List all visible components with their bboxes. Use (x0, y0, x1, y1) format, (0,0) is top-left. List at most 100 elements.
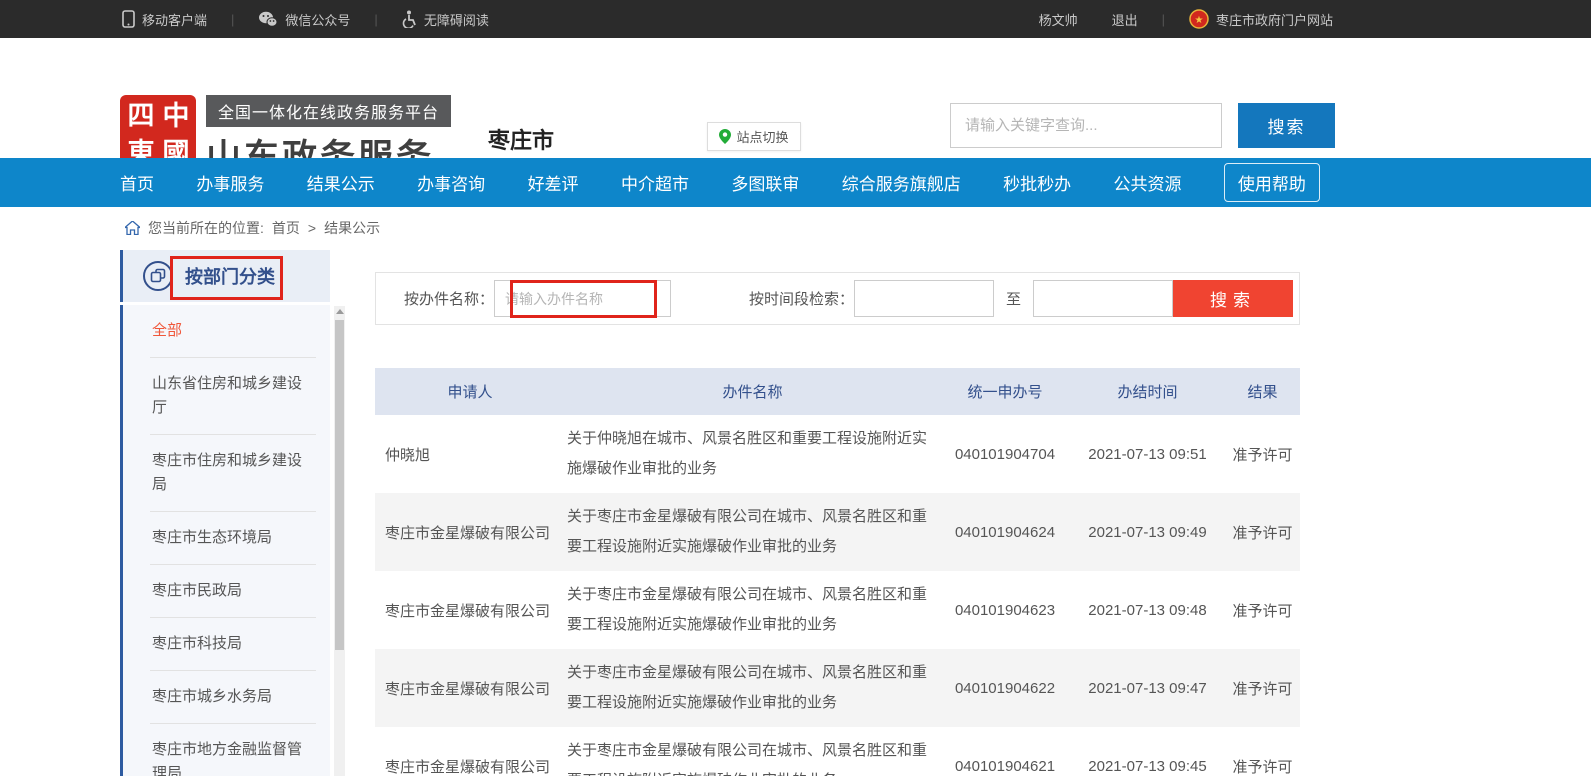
national-emblem-icon: ★ (1189, 9, 1209, 29)
location-pin-icon (719, 129, 731, 144)
department-item[interactable]: 枣庄市城乡水务局 (150, 671, 316, 724)
cell-number: 040101904621 (940, 758, 1070, 775)
col-header-number: 统一申办号 (940, 381, 1070, 402)
category-icon (143, 261, 173, 291)
cell-case-name: 关于枣庄市金星爆破有限公司在城市、风景名胜区和重要工程设施附近实施爆破作业审批的… (565, 727, 940, 776)
svg-text:★: ★ (1195, 15, 1204, 26)
table-row[interactable]: 枣庄市金星爆破有限公司 关于枣庄市金星爆破有限公司在城市、风景名胜区和重要工程设… (375, 649, 1300, 727)
nav-home[interactable]: 首页 (120, 170, 154, 195)
scrollbar-thumb[interactable] (335, 320, 344, 650)
scrollbar-up-arrow-icon[interactable] (336, 309, 344, 314)
sidebar-title: 按部门分类 (185, 263, 275, 289)
page: 移动客户端 | 微信公众号 | 无障碍阅读 杨文帅 退出 | ★ 枣庄市政府门户… (0, 0, 1591, 776)
breadcrumb: 您当前所在的位置: 首页 > 结果公示 (125, 218, 380, 238)
keyword-search-button[interactable]: 搜索 (1238, 103, 1335, 148)
department-item[interactable]: 枣庄市地方金融监督管理局 (150, 724, 316, 776)
nav-results[interactable]: 结果公示 (307, 170, 375, 195)
keyword-search-input[interactable] (950, 103, 1222, 148)
col-header-finish-time: 办结时间 (1070, 381, 1225, 402)
cell-finish-time: 2021-07-13 09:51 (1070, 446, 1225, 463)
department-sidebar: 按部门分类 全部 山东省住房和城乡建设厅 枣庄市住房和城乡建设局 枣庄市生态环境… (120, 250, 330, 776)
cell-result: 准予许可 (1225, 600, 1300, 621)
cell-finish-time: 2021-07-13 09:47 (1070, 680, 1225, 697)
header-search: 搜索 (950, 103, 1335, 148)
cell-finish-time: 2021-07-13 09:45 (1070, 758, 1225, 775)
results-table: 申请人 办件名称 统一申办号 办结时间 结果 仲晓旭 关于仲晓旭在城市、风景名胜… (375, 368, 1300, 776)
table-row[interactable]: 枣庄市金星爆破有限公司 关于枣庄市金星爆破有限公司在城市、风景名胜区和重要工程设… (375, 727, 1300, 776)
main-nav: 首页 办事服务 结果公示 办事咨询 好差评 中介超市 多图联审 综合服务旗舰店 … (0, 158, 1591, 207)
col-header-case-name: 办件名称 (565, 381, 940, 402)
nav-rating[interactable]: 好差评 (528, 170, 579, 195)
col-header-applicant: 申请人 (375, 381, 565, 402)
department-list: 全部 山东省住房和城乡建设厅 枣庄市住房和城乡建设局 枣庄市生态环境局 枣庄市民… (120, 305, 330, 776)
divider: | (374, 12, 377, 27)
cell-case-name: 关于枣庄市金星爆破有限公司在城市、风景名胜区和重要工程设施附近实施爆破作业审批的… (565, 571, 940, 649)
sidebar-header: 按部门分类 (120, 250, 330, 302)
cell-applicant: 枣庄市金星爆破有限公司 (375, 522, 565, 543)
nav-instant-approval[interactable]: 秒批秒办 (1003, 170, 1071, 195)
cell-applicant: 枣庄市金星爆破有限公司 (375, 756, 565, 776)
breadcrumb-current: 结果公示 (324, 218, 380, 238)
case-name-input[interactable] (494, 280, 671, 317)
nav-help[interactable]: 使用帮助 (1224, 163, 1320, 202)
date-filter-label: 按时间段检索： (749, 288, 854, 309)
date-to-input[interactable] (1033, 280, 1173, 317)
accessibility-icon (402, 10, 417, 28)
nav-agency-market[interactable]: 中介超市 (621, 170, 689, 195)
department-item[interactable]: 枣庄市科技局 (150, 618, 316, 671)
nav-public-resources[interactable]: 公共资源 (1114, 170, 1182, 195)
department-item[interactable]: 枣庄市民政局 (150, 565, 316, 618)
cell-result: 准予许可 (1225, 678, 1300, 699)
cell-number: 040101904704 (940, 446, 1070, 463)
home-icon (125, 221, 140, 235)
cell-finish-time: 2021-07-13 09:49 (1070, 524, 1225, 541)
table-row[interactable]: 枣庄市金星爆破有限公司 关于枣庄市金星爆破有限公司在城市、风景名胜区和重要工程设… (375, 571, 1300, 649)
cell-number: 040101904623 (940, 602, 1070, 619)
accessibility-link[interactable]: 无障碍阅读 (402, 10, 489, 29)
wechat-link[interactable]: 微信公众号 (258, 10, 350, 29)
mobile-phone-icon (122, 10, 135, 28)
cell-result: 准予许可 (1225, 756, 1300, 776)
cell-case-name: 关于枣庄市金星爆破有限公司在城市、风景名胜区和重要工程设施附近实施爆破作业审批的… (565, 493, 940, 571)
department-item-all[interactable]: 全部 (150, 305, 316, 358)
department-item[interactable]: 山东省住房和城乡建设厅 (150, 358, 316, 435)
cell-number: 040101904622 (940, 680, 1070, 697)
divider: | (231, 12, 234, 27)
nav-consult[interactable]: 办事咨询 (417, 170, 485, 195)
cell-case-name: 关于仲晓旭在城市、风景名胜区和重要工程设施附近实施爆破作业审批的业务 (565, 415, 940, 493)
department-item[interactable]: 枣庄市生态环境局 (150, 512, 316, 565)
cell-case-name: 关于枣庄市金星爆破有限公司在城市、风景名胜区和重要工程设施附近实施爆破作业审批的… (565, 649, 940, 727)
nav-multi-review[interactable]: 多图联审 (731, 170, 799, 195)
filter-bar: 按办件名称： 按时间段检索： 至 搜索 (375, 272, 1300, 325)
site-switch-button[interactable]: 站点切换 (707, 122, 801, 151)
username[interactable]: 杨文帅 (1039, 10, 1078, 29)
filter-search-button[interactable]: 搜索 (1173, 280, 1293, 317)
cell-number: 040101904624 (940, 524, 1070, 541)
header: 四 中 東 國 全国一体化在线政务服务平台 山东政务服务 枣庄市 站点切换 搜索… (0, 38, 1591, 158)
nav-flagship-store[interactable]: 综合服务旗舰店 (842, 170, 961, 195)
mobile-client-link[interactable]: 移动客户端 (122, 10, 207, 29)
cell-applicant: 枣庄市金星爆破有限公司 (375, 678, 565, 699)
date-to-label: 至 (1006, 288, 1021, 309)
main-content: 按办件名称： 按时间段检索： 至 搜索 申请人 办件名称 统一申办号 办结时间 … (375, 272, 1300, 776)
date-from-input[interactable] (854, 280, 994, 317)
name-filter-label: 按办件名称： (404, 288, 494, 309)
logout-link[interactable]: 退出 (1112, 10, 1138, 29)
table-row[interactable]: 枣庄市金星爆破有限公司 关于枣庄市金星爆破有限公司在城市、风景名胜区和重要工程设… (375, 493, 1300, 571)
divider: | (1162, 12, 1165, 27)
nav-services[interactable]: 办事服务 (196, 170, 264, 195)
wechat-icon (258, 11, 278, 27)
breadcrumb-home-link[interactable]: 首页 (272, 218, 300, 238)
platform-banner: 全国一体化在线政务服务平台 (206, 95, 451, 127)
cell-applicant: 仲晓旭 (375, 444, 565, 465)
department-item[interactable]: 枣庄市住房和城乡建设局 (150, 435, 316, 512)
cell-finish-time: 2021-07-13 09:48 (1070, 602, 1225, 619)
table-header-row: 申请人 办件名称 统一申办号 办结时间 结果 (375, 368, 1300, 415)
cell-result: 准予许可 (1225, 522, 1300, 543)
sidebar-scrollbar[interactable] (334, 306, 345, 776)
portal-link[interactable]: ★ 枣庄市政府门户网站 (1189, 9, 1333, 29)
table-row[interactable]: 仲晓旭 关于仲晓旭在城市、风景名胜区和重要工程设施附近实施爆破作业审批的业务 0… (375, 415, 1300, 493)
topbar: 移动客户端 | 微信公众号 | 无障碍阅读 杨文帅 退出 | ★ 枣庄市政府门户… (0, 0, 1591, 38)
city-name: 枣庄市 (488, 123, 554, 155)
col-header-result: 结果 (1225, 381, 1300, 402)
